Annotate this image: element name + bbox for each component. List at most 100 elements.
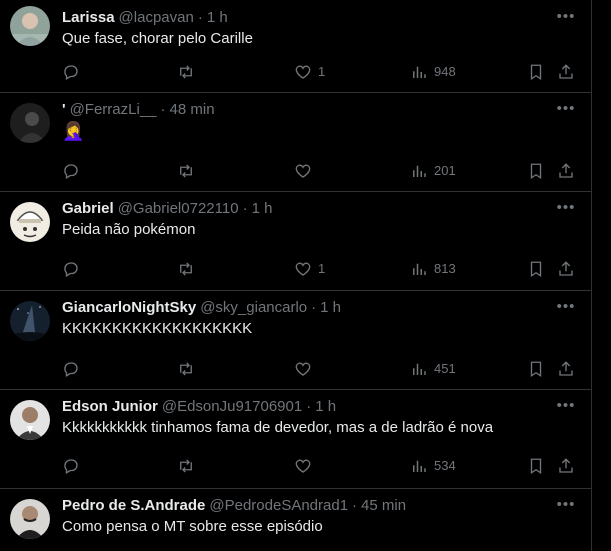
like-button[interactable]: 1 bbox=[294, 258, 325, 280]
more-icon[interactable]: ••• bbox=[556, 101, 576, 121]
tweet[interactable]: Pedro de S.Andrade @PedrodeSAndrad1 · 45 mi… bbox=[0, 489, 591, 551]
views-icon bbox=[410, 360, 428, 378]
view-count: 534 bbox=[434, 458, 456, 473]
reply-icon bbox=[62, 162, 80, 180]
retweet-button[interactable] bbox=[177, 455, 201, 477]
reply-button[interactable] bbox=[62, 455, 86, 477]
view-count: 201 bbox=[434, 163, 456, 178]
retweet-button[interactable] bbox=[177, 61, 201, 83]
display-name[interactable]: ' bbox=[62, 101, 66, 118]
tweet[interactable]: Edson Junior @EdsonJu91706901 · 1 h ••• Kkk… bbox=[0, 390, 591, 489]
like-count: 1 bbox=[318, 64, 326, 79]
tweet-text: KKKKKKKKKKKKKKKKKKK bbox=[62, 320, 253, 337]
view-count: 451 bbox=[434, 361, 456, 376]
avatar[interactable] bbox=[10, 400, 50, 440]
retweet-icon bbox=[177, 260, 195, 278]
retweet-icon bbox=[177, 360, 195, 378]
display-name[interactable]: Larissa bbox=[62, 9, 115, 26]
bookmark-button[interactable] bbox=[527, 160, 545, 182]
display-name[interactable]: GiancarloNightSky bbox=[62, 299, 196, 316]
timestamp[interactable]: 1 h bbox=[207, 9, 228, 26]
like-button[interactable] bbox=[294, 358, 318, 380]
views-icon bbox=[410, 162, 428, 180]
heart-icon bbox=[294, 457, 312, 475]
timestamp[interactable]: 1 h bbox=[320, 299, 341, 316]
retweet-button[interactable] bbox=[177, 358, 201, 380]
retweet-button[interactable] bbox=[177, 160, 201, 182]
username[interactable]: @Gabriel0722110 bbox=[118, 200, 239, 217]
more-icon[interactable]: ••• bbox=[556, 497, 576, 517]
like-button[interactable]: 1 bbox=[294, 61, 325, 83]
views-button[interactable]: 813 bbox=[410, 258, 456, 280]
reply-icon bbox=[62, 63, 80, 81]
separator: · bbox=[197, 9, 203, 26]
username[interactable]: @lacpavan bbox=[119, 9, 194, 26]
bookmark-button[interactable] bbox=[527, 258, 545, 280]
display-name[interactable]: Pedro de S.Andrade bbox=[62, 497, 205, 514]
reply-button[interactable] bbox=[62, 258, 86, 280]
reply-icon bbox=[62, 260, 80, 278]
like-button[interactable] bbox=[294, 455, 318, 477]
tweet-header: Gabriel @Gabriel0722110 · 1 h bbox=[62, 199, 272, 219]
tweet[interactable]: GiancarloNightSky @sky_giancarlo · 1 h ••• … bbox=[0, 291, 591, 390]
separator: · bbox=[306, 398, 312, 415]
bookmark-icon bbox=[527, 63, 545, 81]
reply-button[interactable] bbox=[62, 61, 86, 83]
retweet-icon bbox=[177, 63, 195, 81]
tweet[interactable]: ' @FerrazLi__ · 48 min ••• 🤦‍♀️ 201 bbox=[0, 93, 591, 192]
more-icon[interactable]: ••• bbox=[556, 200, 576, 220]
more-icon[interactable]: ••• bbox=[556, 9, 576, 29]
avatar[interactable] bbox=[10, 6, 50, 46]
bookmark-button[interactable] bbox=[527, 455, 545, 477]
username[interactable]: @FerrazLi__ bbox=[70, 101, 157, 118]
views-button[interactable]: 451 bbox=[410, 358, 456, 380]
separator: · bbox=[352, 497, 358, 514]
bookmark-button[interactable] bbox=[527, 358, 545, 380]
views-button[interactable]: 534 bbox=[410, 455, 456, 477]
tweet-text: Peida não pokémon bbox=[62, 221, 196, 238]
views-button[interactable]: 948 bbox=[410, 61, 456, 83]
username[interactable]: @PedrodeSAndrad1 bbox=[209, 497, 348, 514]
tweet-header: Edson Junior @EdsonJu91706901 · 1 h bbox=[62, 397, 336, 417]
tweet-text: 🤦‍♀️ bbox=[62, 121, 85, 141]
avatar[interactable] bbox=[10, 202, 50, 242]
tweet-header: Pedro de S.Andrade @PedrodeSAndrad1 · 45 mi… bbox=[62, 496, 406, 516]
timestamp[interactable]: 48 min bbox=[170, 101, 215, 118]
like-button[interactable] bbox=[294, 160, 318, 182]
avatar[interactable] bbox=[10, 103, 50, 143]
share-button[interactable] bbox=[557, 61, 575, 83]
timeline: Larissa @lacpavan · 1 h ••• Que fase, chora… bbox=[0, 0, 611, 551]
display-name[interactable]: Gabriel bbox=[62, 200, 114, 217]
views-icon bbox=[410, 457, 428, 475]
retweet-icon bbox=[177, 457, 195, 475]
timestamp[interactable]: 1 h bbox=[315, 398, 336, 415]
avatar[interactable] bbox=[10, 301, 50, 341]
timestamp[interactable]: 1 h bbox=[252, 200, 273, 217]
share-icon bbox=[557, 360, 575, 378]
avatar[interactable] bbox=[10, 499, 50, 539]
retweet-button[interactable] bbox=[177, 258, 201, 280]
tweet-text: Kkkkkkkkkkk tinhamos fama de devedor, ma… bbox=[62, 419, 494, 436]
more-icon[interactable]: ••• bbox=[556, 398, 576, 418]
tweet[interactable]: Larissa @lacpavan · 1 h ••• Que fase, chora… bbox=[0, 0, 591, 93]
reply-button[interactable] bbox=[62, 358, 86, 380]
username[interactable]: @sky_giancarlo bbox=[200, 299, 307, 316]
username[interactable]: @EdsonJu91706901 bbox=[162, 398, 302, 415]
tweet-text: Como pensa o MT sobre esse episódio bbox=[62, 518, 323, 535]
tweet-actions: 451 bbox=[0, 358, 591, 380]
share-button[interactable] bbox=[557, 455, 575, 477]
heart-icon bbox=[294, 162, 312, 180]
share-button[interactable] bbox=[557, 160, 575, 182]
display-name[interactable]: Edson Junior bbox=[62, 398, 158, 415]
reply-button[interactable] bbox=[62, 160, 86, 182]
bookmark-icon bbox=[527, 360, 545, 378]
separator: · bbox=[311, 299, 317, 316]
tweet[interactable]: Gabriel @Gabriel0722110 · 1 h ••• Peida não… bbox=[0, 192, 591, 291]
share-icon bbox=[557, 457, 575, 475]
views-button[interactable]: 201 bbox=[410, 160, 456, 182]
more-icon[interactable]: ••• bbox=[556, 299, 576, 319]
timestamp[interactable]: 45 min bbox=[361, 497, 406, 514]
bookmark-button[interactable] bbox=[527, 61, 545, 83]
share-button[interactable] bbox=[557, 358, 575, 380]
share-button[interactable] bbox=[557, 258, 575, 280]
